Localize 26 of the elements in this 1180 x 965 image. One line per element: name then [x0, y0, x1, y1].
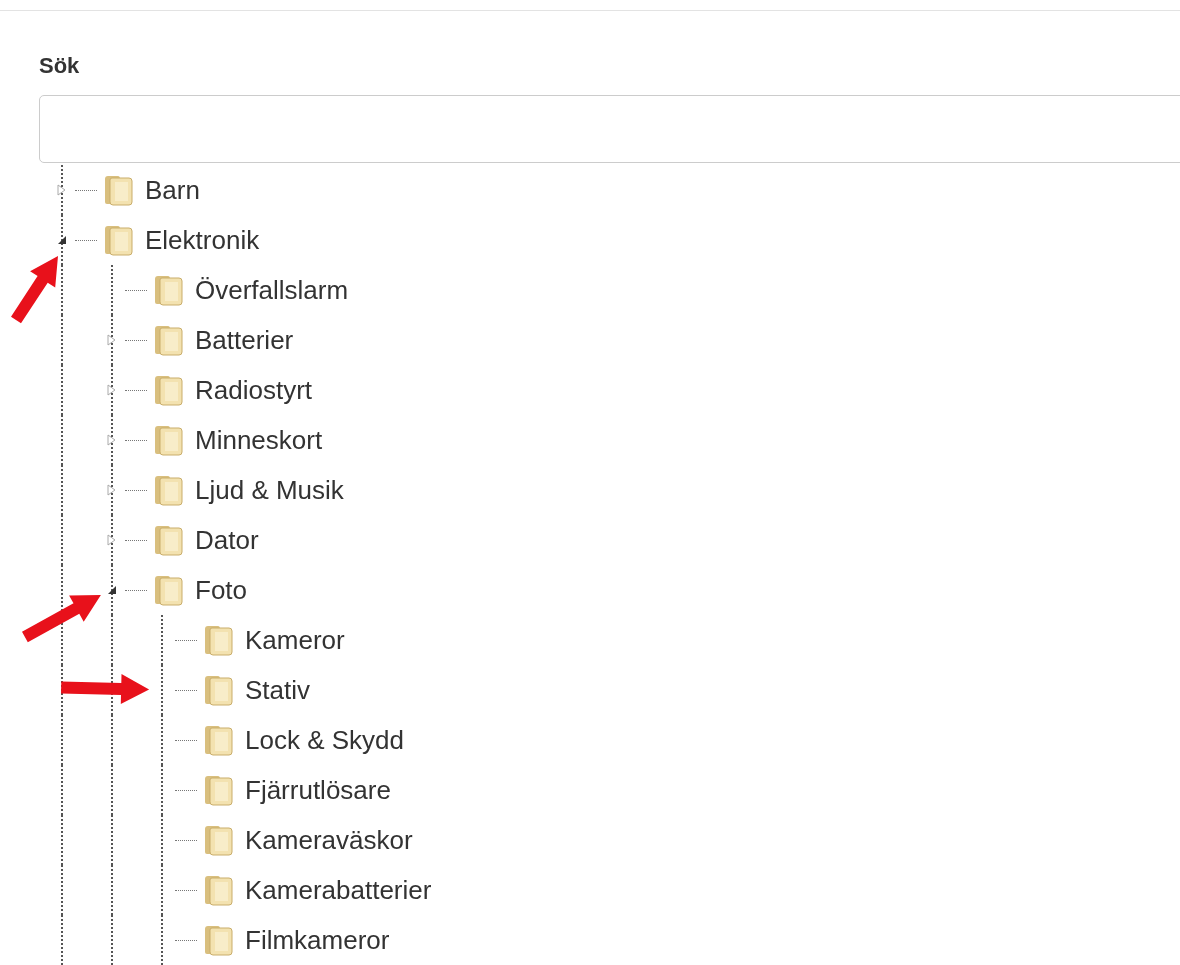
tree-item[interactable]: Kamerabatterier [245, 874, 432, 906]
expand-icon[interactable] [107, 534, 116, 546]
search-field[interactable] [39, 95, 1180, 163]
tree-item[interactable]: Barn [145, 174, 200, 206]
tree-item[interactable]: Minneskort [195, 424, 323, 456]
tree-item[interactable]: Elektronik [145, 224, 260, 256]
tree-item[interactable]: Överfallslarm [195, 274, 349, 306]
expand-icon[interactable] [107, 384, 116, 396]
expand-icon[interactable] [107, 334, 116, 346]
tree-item[interactable]: Stativ [245, 674, 311, 706]
tree-item[interactable]: Fjärrutlösare [245, 774, 391, 806]
collapse-icon[interactable] [107, 585, 117, 595]
expand-icon[interactable] [107, 484, 116, 496]
tree-item[interactable]: Kameraväskor [245, 824, 413, 856]
tree-item[interactable]: Ljud & Musik [195, 474, 344, 506]
expand-icon[interactable] [57, 184, 66, 196]
tree-item[interactable]: Kameror [245, 624, 345, 656]
tree-item[interactable]: Foto [195, 574, 248, 606]
tree-item[interactable]: Radiostyrt [195, 374, 313, 406]
tree-item[interactable]: Lock & Skydd [245, 724, 404, 756]
tree-item[interactable]: Dator [195, 524, 259, 556]
tree-item[interactable]: Filmkameror [245, 924, 390, 956]
search-label: Sök [39, 53, 81, 79]
tree-item[interactable]: Batterier [195, 324, 294, 356]
collapse-icon[interactable] [57, 235, 67, 245]
expand-icon[interactable] [107, 434, 116, 446]
